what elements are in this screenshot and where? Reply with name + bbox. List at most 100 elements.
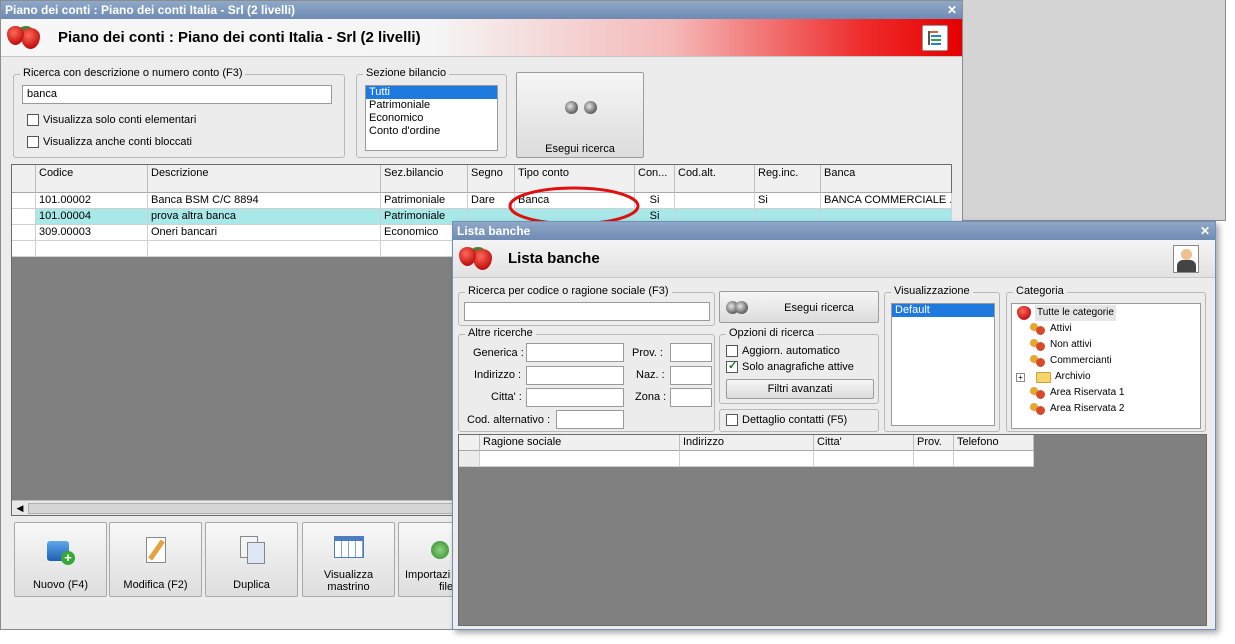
close-icon[interactable]: ✕ bbox=[1200, 222, 1210, 240]
search-button[interactable]: Esegui ricerca bbox=[719, 291, 879, 323]
categoria-tree[interactable]: Tutte le categorie Attivi Non attivi Com… bbox=[1011, 303, 1201, 429]
checkbox-box[interactable] bbox=[27, 136, 39, 148]
solo-conti-elementari-checkbox[interactable]: Visualizza solo conti elementari bbox=[27, 114, 196, 126]
window-banner: Piano dei conti : Piano dei conti Italia… bbox=[1, 19, 962, 57]
tree-item[interactable]: Area Riservata 2 bbox=[1014, 401, 1198, 417]
row-selector-header bbox=[459, 435, 480, 451]
tree-item[interactable]: Commercianti bbox=[1014, 353, 1198, 369]
checkbox-label: Dettaglio contatti (F5) bbox=[742, 414, 848, 426]
list-item[interactable]: Tutti bbox=[366, 86, 497, 99]
column-header[interactable]: Telefono bbox=[954, 435, 1034, 451]
search-group: Ricerca per codice o ragione sociale (F3… bbox=[458, 285, 715, 326]
column-header[interactable]: Ragione sociale bbox=[480, 435, 680, 451]
scroll-left-icon[interactable]: ◀ bbox=[14, 503, 26, 514]
strawberry-logo-icon bbox=[7, 26, 47, 50]
row-selector[interactable] bbox=[12, 193, 36, 209]
citta-input[interactable] bbox=[526, 388, 624, 407]
tree-item-label: Commercianti bbox=[1050, 355, 1112, 366]
duplica-label: Duplica bbox=[233, 579, 270, 591]
checkbox-box[interactable] bbox=[726, 345, 738, 357]
importazione-file-button[interactable]: Importazi file bbox=[398, 522, 454, 597]
column-header[interactable]: Prov. bbox=[914, 435, 954, 451]
table-cell: BANCA COMMERCIALE ... bbox=[821, 193, 952, 209]
visualizzazione-listbox[interactable]: Default bbox=[891, 303, 995, 426]
tree-item[interactable]: Tutte le categorie bbox=[1014, 305, 1198, 321]
sezione-listbox[interactable]: Tutti Patrimoniale Economico Conto d'ord… bbox=[365, 85, 498, 151]
solo-anagrafiche-attive-checkbox[interactable]: Solo anagrafiche attive bbox=[726, 359, 854, 373]
cod-alternativo-input[interactable] bbox=[556, 410, 624, 429]
ledger-table-icon bbox=[333, 533, 365, 563]
column-header[interactable]: Sez.bilancio bbox=[381, 165, 468, 193]
opzioni-ricerca-group: Opzioni di ricerca Aggiorn. automatico S… bbox=[719, 327, 879, 404]
banks-grid[interactable]: Ragione sociale Indirizzo Citta' Prov. T… bbox=[458, 434, 1207, 626]
binoculars-icon bbox=[565, 99, 597, 117]
checkbox-box[interactable] bbox=[726, 359, 738, 373]
column-header[interactable]: Codice bbox=[36, 165, 148, 193]
tree-item[interactable]: Attivi bbox=[1014, 321, 1198, 337]
search-button[interactable]: Esegui ricerca bbox=[516, 72, 644, 158]
dettaglio-contatti-checkbox[interactable]: Dettaglio contatti (F5) bbox=[726, 414, 847, 426]
tree-item[interactable]: Non attivi bbox=[1014, 337, 1198, 353]
nuovo-button[interactable]: + Nuovo (F4) bbox=[14, 522, 107, 597]
window-titlebar[interactable]: Lista banche ✕ bbox=[453, 222, 1215, 240]
banner-title: Lista banche bbox=[508, 250, 600, 267]
importa-label-1: Importazi bbox=[405, 569, 451, 581]
tree-item[interactable]: Area Riservata 1 bbox=[1014, 385, 1198, 401]
indirizzo-label: Indirizzo : bbox=[474, 369, 522, 381]
window-titlebar[interactable]: Piano dei conti : Piano dei conti Italia… bbox=[1, 1, 962, 19]
modifica-button[interactable]: Modifica (F2) bbox=[109, 522, 202, 597]
generica-input[interactable] bbox=[526, 343, 624, 362]
table-row-empty[interactable] bbox=[459, 451, 1034, 467]
table-cell bbox=[480, 451, 680, 467]
tree-menu-icon[interactable] bbox=[922, 25, 948, 51]
filtri-avanzati-button[interactable]: Filtri avanzati bbox=[726, 379, 874, 399]
column-header[interactable]: Citta' bbox=[814, 435, 914, 451]
close-icon[interactable]: ✕ bbox=[947, 1, 957, 19]
column-header[interactable]: Indirizzo bbox=[680, 435, 814, 451]
tree-item[interactable]: + Archivio bbox=[1014, 369, 1198, 385]
column-header[interactable]: Con... bbox=[635, 165, 675, 193]
search-button-label: Esegui ricerca bbox=[545, 143, 615, 155]
indirizzo-input[interactable] bbox=[526, 366, 624, 385]
window-title: Piano dei conti : Piano dei conti Italia… bbox=[5, 3, 296, 17]
row-selector[interactable] bbox=[12, 225, 36, 241]
row-selector[interactable] bbox=[12, 241, 36, 257]
aggiorn-automatico-checkbox[interactable]: Aggiorn. automatico bbox=[726, 345, 840, 357]
duplica-button[interactable]: Duplica bbox=[205, 522, 298, 597]
list-item[interactable]: Patrimoniale bbox=[366, 99, 497, 112]
checkbox-box[interactable] bbox=[726, 414, 738, 426]
expand-icon[interactable]: + bbox=[1016, 372, 1025, 382]
naz-input[interactable] bbox=[670, 366, 712, 385]
table-row[interactable]: 101.00002 Banca BSM C/C 8894 Patrimonial… bbox=[12, 193, 952, 209]
tree-item-label: Area Riservata 1 bbox=[1050, 387, 1125, 398]
people-icon bbox=[1030, 355, 1046, 367]
column-header[interactable]: Reg.inc. bbox=[755, 165, 821, 193]
zona-input[interactable] bbox=[670, 388, 712, 407]
user-icon[interactable] bbox=[1173, 245, 1199, 273]
prov-input[interactable] bbox=[670, 343, 712, 362]
conti-bloccati-checkbox[interactable]: Visualizza anche conti bloccati bbox=[27, 136, 192, 148]
search-input[interactable] bbox=[464, 302, 710, 321]
background-panel bbox=[963, 0, 1226, 221]
cod-alternativo-label: Cod. alternativo : bbox=[467, 414, 551, 426]
lista-banche-window: Lista banche ✕ Lista banche Ricerca per … bbox=[452, 221, 1216, 630]
scrollbar-thumb[interactable] bbox=[28, 503, 458, 514]
list-item[interactable]: Economico bbox=[366, 112, 497, 125]
visualizza-mastrino-button[interactable]: Visualizza mastrino bbox=[302, 522, 395, 597]
column-header[interactable]: Descrizione bbox=[148, 165, 381, 193]
row-selector[interactable] bbox=[459, 451, 480, 467]
table-cell: 309.00003 bbox=[36, 225, 148, 241]
people-icon bbox=[1030, 387, 1046, 399]
mastrino-label-1: Visualizza bbox=[323, 569, 374, 581]
column-header[interactable]: Cod.alt. bbox=[675, 165, 755, 193]
list-item[interactable]: Default bbox=[892, 304, 994, 317]
list-item[interactable]: Conto d'ordine bbox=[366, 125, 497, 138]
column-header[interactable]: Banca bbox=[821, 165, 952, 193]
table-cell: Banca BSM C/C 8894 bbox=[148, 193, 381, 209]
binoculars-icon bbox=[726, 299, 748, 314]
search-input[interactable]: banca bbox=[22, 85, 332, 104]
people-icon bbox=[1030, 339, 1046, 351]
checkbox-box[interactable] bbox=[27, 114, 39, 126]
table-cell: Si bbox=[635, 193, 675, 209]
row-selector[interactable] bbox=[12, 209, 36, 225]
